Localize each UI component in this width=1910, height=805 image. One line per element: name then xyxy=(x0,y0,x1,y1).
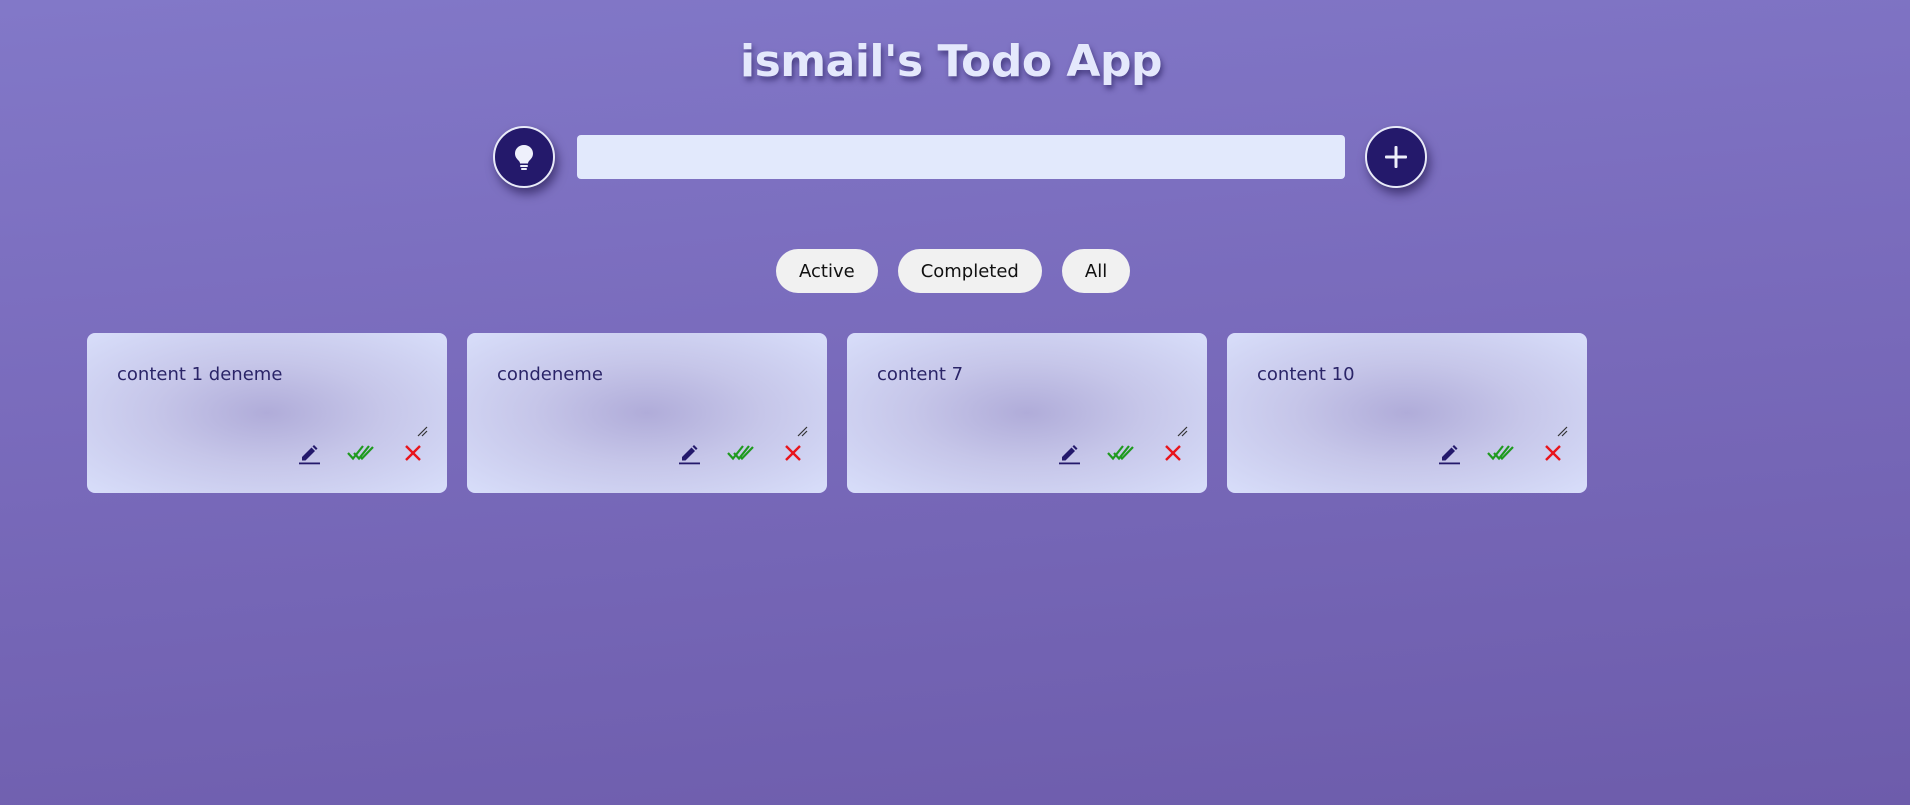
pencil-icon xyxy=(1059,445,1080,465)
complete-button[interactable] xyxy=(1095,438,1147,468)
double-check-icon xyxy=(1487,445,1514,461)
idea-button[interactable] xyxy=(493,126,555,188)
todo-text: condeneme xyxy=(497,364,603,385)
plus-icon xyxy=(1385,146,1407,168)
resize-handle-icon[interactable] xyxy=(796,425,808,437)
todo-actions xyxy=(1423,438,1579,468)
lightbulb-icon xyxy=(515,145,533,170)
filter-all-button[interactable]: All xyxy=(1061,249,1131,293)
close-icon xyxy=(785,445,801,461)
double-check-icon xyxy=(1107,445,1134,461)
todo-card: content 10 xyxy=(1227,333,1587,493)
resize-handle-icon[interactable] xyxy=(1556,425,1568,437)
filter-completed-button[interactable]: Completed xyxy=(897,249,1042,293)
close-icon xyxy=(405,445,421,461)
edit-button[interactable] xyxy=(283,438,335,468)
todo-card: content 7 xyxy=(847,333,1207,493)
todo-list: content 1 deneme condeneme content 7 con… xyxy=(87,333,1587,493)
todo-card: condeneme xyxy=(467,333,827,493)
delete-button[interactable] xyxy=(767,438,819,468)
edit-button[interactable] xyxy=(663,438,715,468)
resize-handle-icon[interactable] xyxy=(1176,425,1188,437)
resize-handle-icon[interactable] xyxy=(416,425,428,437)
complete-button[interactable] xyxy=(335,438,387,468)
todo-actions xyxy=(663,438,819,468)
delete-button[interactable] xyxy=(387,438,439,468)
todo-text: content 7 xyxy=(877,364,964,385)
edit-button[interactable] xyxy=(1043,438,1095,468)
close-icon xyxy=(1545,445,1561,461)
double-check-icon xyxy=(347,445,374,461)
complete-button[interactable] xyxy=(1475,438,1527,468)
todo-card: content 1 deneme xyxy=(87,333,447,493)
close-icon xyxy=(1165,445,1181,461)
add-todo-button[interactable] xyxy=(1365,126,1427,188)
todo-text: content 10 xyxy=(1257,364,1355,385)
delete-button[interactable] xyxy=(1527,438,1579,468)
todo-actions xyxy=(283,438,439,468)
filter-active-button[interactable]: Active xyxy=(776,249,878,293)
app-title: ismail's Todo App xyxy=(740,36,1162,87)
double-check-icon xyxy=(727,445,754,461)
pencil-icon xyxy=(299,445,320,465)
todo-actions xyxy=(1043,438,1199,468)
complete-button[interactable] xyxy=(715,438,767,468)
edit-button[interactable] xyxy=(1423,438,1475,468)
todo-input[interactable] xyxy=(577,135,1345,179)
delete-button[interactable] xyxy=(1147,438,1199,468)
todo-text: content 1 deneme xyxy=(117,364,283,385)
pencil-icon xyxy=(679,445,700,465)
filter-bar: Active Completed All xyxy=(776,249,1131,293)
pencil-icon xyxy=(1439,445,1460,465)
